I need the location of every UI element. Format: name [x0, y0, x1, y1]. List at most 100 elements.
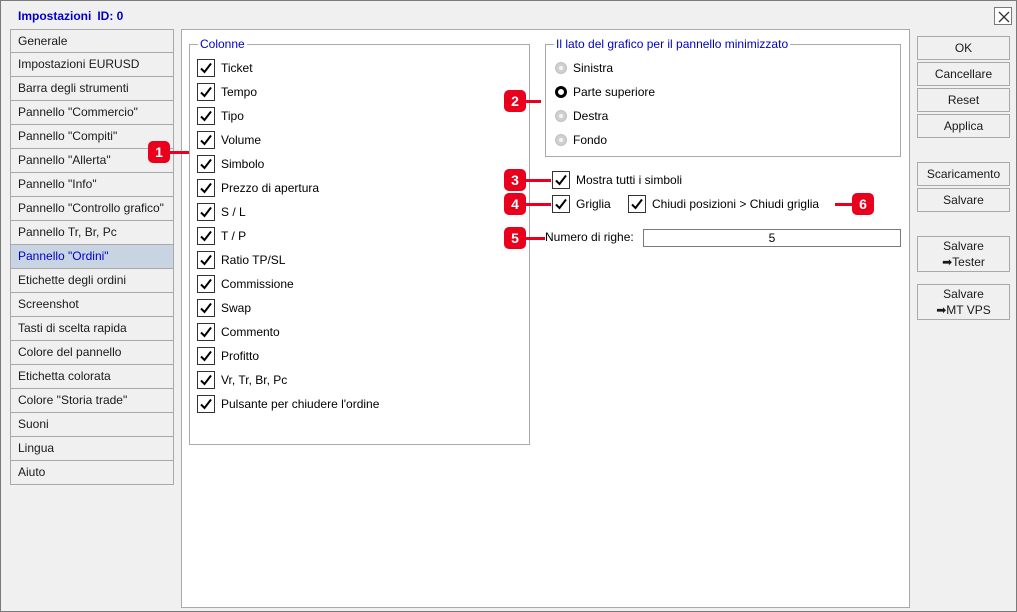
close-positions-checkbox[interactable] [628, 195, 646, 213]
column-checkbox[interactable] [197, 179, 215, 197]
marker-5: 5 [504, 227, 526, 249]
column-option[interactable]: Tempo [197, 82, 257, 102]
column-option[interactable]: Tipo [197, 106, 244, 126]
show-all-symbols-option[interactable]: Mostra tutti i simboli [552, 170, 682, 190]
radio-button[interactable] [555, 62, 567, 74]
tab-item[interactable]: Pannello Tr, Br, Pc [10, 221, 174, 245]
rows-count-input[interactable]: 5 [643, 229, 901, 247]
column-checkbox[interactable] [197, 299, 215, 317]
chart-side-label: Destra [573, 109, 609, 123]
column-option[interactable]: S / L [197, 202, 246, 222]
tab-item[interactable]: Pannello "Ordini" [10, 245, 174, 269]
column-option[interactable]: Prezzo di apertura [197, 178, 319, 198]
column-checkbox[interactable] [197, 323, 215, 341]
ok-button[interactable]: OK [917, 36, 1010, 60]
column-label: S / L [221, 205, 246, 219]
marker-2: 2 [504, 90, 526, 112]
close-button[interactable] [994, 7, 1012, 25]
column-label: Ticket [221, 61, 253, 75]
tab-item[interactable]: Etichetta colorata [10, 365, 174, 389]
cancel-button[interactable]: Cancellare [917, 62, 1010, 86]
tab-item[interactable]: Screenshot [10, 293, 174, 317]
grid-checkbox[interactable] [552, 195, 570, 213]
column-label: Simbolo [221, 157, 265, 171]
checkmark-icon [200, 206, 212, 218]
column-option[interactable]: Ticket [197, 58, 253, 78]
save-button[interactable]: Salvare [917, 188, 1010, 212]
column-option[interactable]: Ratio TP/SL [197, 250, 285, 270]
column-checkbox[interactable] [197, 347, 215, 365]
tab-item[interactable]: Impostazioni EURUSD [10, 53, 174, 77]
column-option[interactable]: Volume [197, 130, 261, 150]
tab-item[interactable]: Barra degli strumenti [10, 77, 174, 101]
column-checkbox[interactable] [197, 251, 215, 269]
column-option[interactable]: Simbolo [197, 154, 264, 174]
reset-button[interactable]: Reset [917, 88, 1010, 112]
column-option[interactable]: T / P [197, 226, 246, 246]
column-option[interactable]: Commento [197, 322, 280, 342]
checkmark-icon [200, 398, 212, 410]
marker-3: 3 [504, 169, 526, 191]
column-option[interactable]: Commissione [197, 274, 294, 294]
column-label: Vr, Tr, Br, Pc [221, 373, 288, 387]
column-checkbox[interactable] [197, 395, 215, 413]
tab-item[interactable]: Pannello "Controllo grafico" [10, 197, 174, 221]
close-icon [998, 11, 1010, 23]
show-all-symbols-checkbox[interactable] [552, 171, 570, 189]
checkmark-icon [200, 110, 212, 122]
rows-count-label: Numero di righe: [545, 230, 634, 244]
column-checkbox[interactable] [197, 155, 215, 173]
radio-button[interactable] [555, 86, 567, 98]
close-positions-option[interactable]: Chiudi posizioni > Chiudi griglia [628, 194, 819, 214]
column-checkbox[interactable] [197, 275, 215, 293]
apply-button[interactable]: Applica [917, 114, 1010, 138]
save-tester-button[interactable]: Salvare ➡Tester [917, 236, 1010, 272]
column-checkbox[interactable] [197, 83, 215, 101]
chart-side-option[interactable]: Fondo [555, 130, 607, 150]
column-option[interactable]: Vr, Tr, Br, Pc [197, 370, 287, 390]
checkmark-icon [200, 230, 212, 242]
chart-side-label: Parte superiore [573, 85, 656, 99]
column-checkbox[interactable] [197, 203, 215, 221]
radio-button[interactable] [555, 134, 567, 146]
column-option[interactable]: Profitto [197, 346, 259, 366]
tab-item[interactable]: Suoni [10, 413, 174, 437]
column-option[interactable]: Pulsante per chiudere l'ordine [197, 394, 379, 414]
tab-item[interactable]: Pannello "Info" [10, 173, 174, 197]
settings-window: Impostazioni ID: 0 Generale Impostazioni E… [0, 0, 1017, 612]
download-button[interactable]: Scaricamento [917, 162, 1010, 186]
column-label: Tipo [221, 109, 244, 123]
tab-item[interactable]: Generale [10, 29, 174, 53]
save-vps-line2: ➡MT VPS [936, 303, 991, 317]
tab-item[interactable]: Pannello "Commercio" [10, 101, 174, 125]
save-vps-line1: Salvare [943, 287, 984, 301]
tab-item[interactable]: Lingua [10, 437, 174, 461]
checkmark-icon [200, 62, 212, 74]
marker-4: 4 [504, 193, 526, 215]
column-label: T / P [221, 229, 247, 243]
tab-item[interactable]: Colore del pannello [10, 341, 174, 365]
chart-side-option[interactable]: Sinistra [555, 58, 613, 78]
chart-side-option[interactable]: Parte superiore [555, 82, 655, 102]
tab-item[interactable]: Etichette degli ordini [10, 269, 174, 293]
radio-button[interactable] [555, 110, 567, 122]
marker-1-line [169, 151, 189, 154]
column-checkbox[interactable] [197, 227, 215, 245]
grid-label: Griglia [576, 197, 611, 211]
column-checkbox[interactable] [197, 107, 215, 125]
column-checkbox[interactable] [197, 371, 215, 389]
column-checkbox[interactable] [197, 59, 215, 77]
chart-side-legend: Il lato del grafico per il pannello mini… [554, 37, 791, 51]
grid-option[interactable]: Griglia [552, 194, 611, 214]
checkmark-icon [200, 86, 212, 98]
settings-tabs: Generale Impostazioni EURUSD Barra degli s… [10, 29, 174, 485]
column-checkbox[interactable] [197, 131, 215, 149]
checkmark-icon [200, 326, 212, 338]
column-option[interactable]: Swap [197, 298, 251, 318]
window-id-label: ID: 0 [97, 9, 124, 23]
tab-item[interactable]: Colore "Storia trade" [10, 389, 174, 413]
save-vps-button[interactable]: Salvare ➡MT VPS [917, 284, 1010, 320]
chart-side-option[interactable]: Destra [555, 106, 608, 126]
tab-item[interactable]: Aiuto [10, 461, 174, 485]
tab-item[interactable]: Tasti di scelta rapida [10, 317, 174, 341]
